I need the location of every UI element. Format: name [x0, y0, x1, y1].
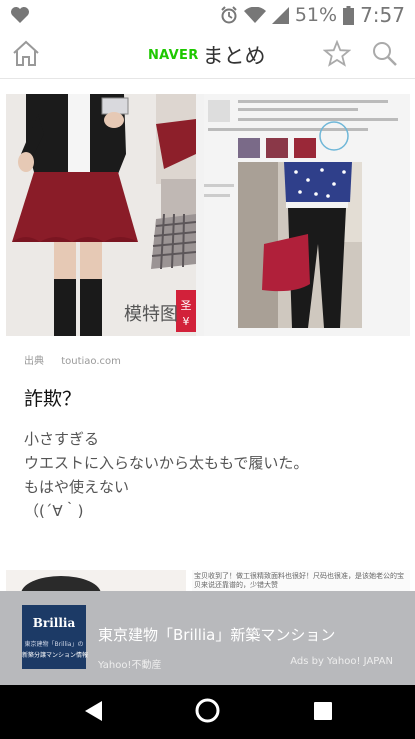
article-content[interactable]: 圣 ¥ 模特图 出典 toutiao.com 詐欺？ 小さすぎる ウエストに入ら… [0, 79, 415, 591]
ad-logo-sub2: 新築分譲マンション情報 [22, 652, 89, 659]
ad-headline[interactable]: 東京建物「Brillia」新築マンション [98, 624, 335, 645]
search-icon[interactable] [372, 41, 398, 67]
home-circle-icon[interactable] [194, 697, 221, 724]
source-line: 出典 toutiao.com [24, 352, 121, 367]
app-bar: NAVER まとめ [0, 30, 415, 79]
signal-icon [271, 6, 289, 24]
back-icon[interactable] [82, 699, 104, 723]
image-caption: 模特图 [124, 304, 178, 325]
battery-icon [343, 5, 355, 25]
body-line: もはや使えない [24, 478, 130, 496]
svg-text:¥: ¥ [183, 315, 190, 328]
navigation-bar [0, 685, 415, 739]
next-item-snippet: 宝贝收到了！做工很精致面料也很好！尺码也很准，是该她老公的宝贝来说还靠谱的，少错… [194, 572, 404, 589]
status-bar: 51% 7:57 [0, 0, 415, 30]
ad-banner[interactable]: Brillia 東京建物「Brillia」の 新築分譲マンション情報 東京建物「… [0, 591, 415, 685]
ad-credit: Ads by Yahoo! JAPAN [290, 656, 393, 667]
naver-wordmark: NAVER [148, 47, 199, 63]
ad-logo-sub1: 東京建物「Brillia」の [24, 641, 84, 648]
source-label: 出典 [24, 356, 44, 367]
star-icon[interactable] [323, 40, 351, 67]
body-line: ウエストに入らないから太ももで履いた。 [24, 454, 309, 472]
ad-logo: Brillia 東京建物「Brillia」の 新築分譲マンション情報 [22, 605, 89, 669]
wifi-icon [243, 6, 266, 23]
body-line: （(´∀｀) [24, 502, 84, 520]
article-image[interactable]: 圣 ¥ 模特图 [6, 94, 410, 336]
next-item-preview[interactable]: 宝贝收到了！做工很精致面料也很好！尺码也很准，是该她老公的宝贝来说还靠谱的，少错… [6, 570, 410, 591]
alarm-icon [221, 6, 237, 24]
model-photo: 圣 ¥ 模特图 [6, 94, 196, 336]
naver-matome-logo[interactable]: NAVER まとめ [148, 40, 266, 70]
ad-advertiser: Yahoo!不動産 [98, 660, 162, 671]
clock: 7:57 [360, 3, 405, 27]
review-screenshot [204, 94, 410, 336]
ad-logo-text: Brillia [32, 616, 76, 630]
battery-percent: 51% [294, 4, 338, 26]
source-link[interactable]: toutiao.com [61, 356, 121, 367]
body-line: 小さすぎる [24, 430, 100, 448]
svg-text:圣: 圣 [181, 299, 192, 312]
recents-icon[interactable] [313, 701, 333, 721]
home-icon[interactable] [12, 40, 40, 67]
article-body: 小さすぎる ウエストに入らないから太ももで履いた。 もはや使えない （(´∀｀) [24, 427, 308, 523]
matome-title: まとめ [202, 44, 266, 68]
heart-icon [11, 7, 29, 23]
article-title: 詐欺？ [24, 388, 82, 410]
